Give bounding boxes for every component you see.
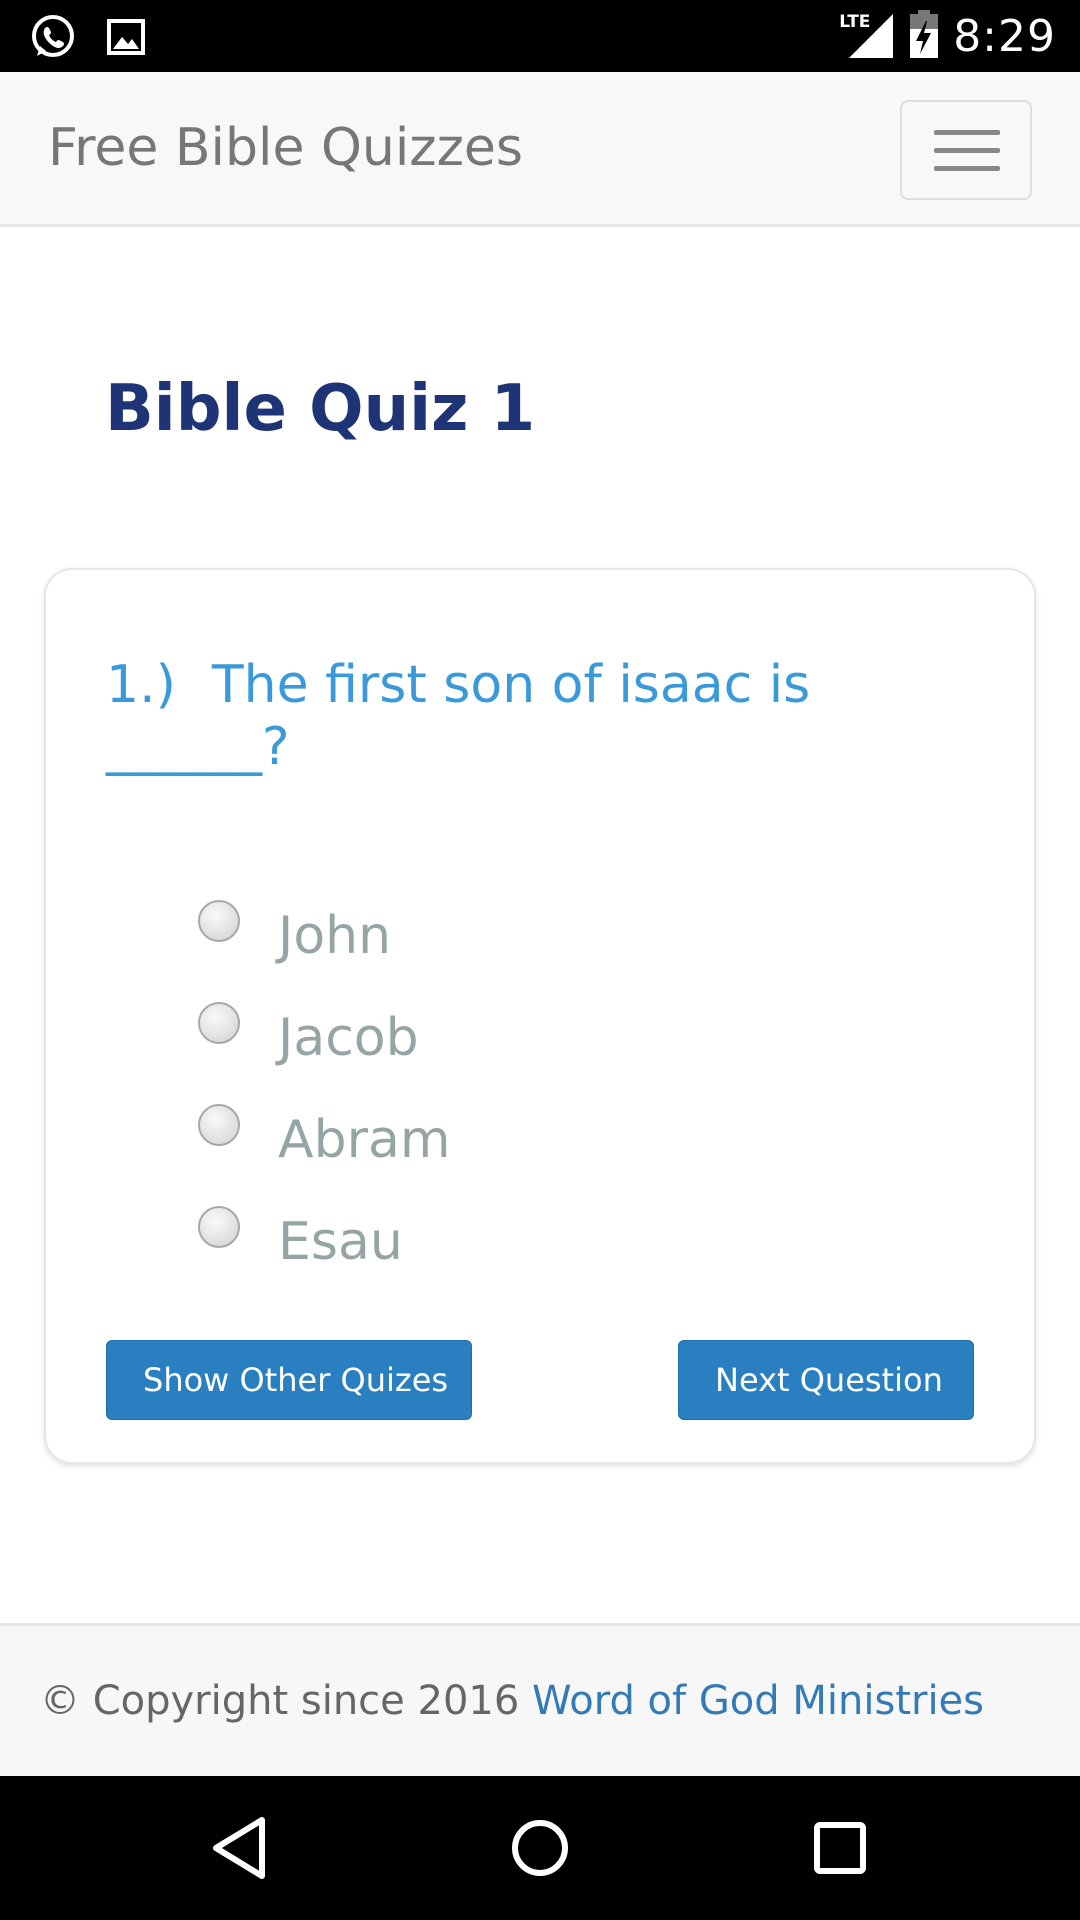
answer-options: John Jacob Abram Esau [198,900,898,1308]
ministry-link[interactable]: Word of God Ministries [532,1678,984,1724]
next-question-button[interactable]: Next Question [678,1340,974,1420]
option-esau[interactable]: Esau [198,1206,898,1308]
option-abram[interactable]: Abram [198,1104,898,1206]
page-title: Bible Quiz 1 [105,372,536,446]
question-number: 1.) [106,655,176,715]
question-body: The first son of isaac is ______? [106,655,811,777]
footer: © Copyright since 2016 Word of God Minis… [0,1623,1080,1776]
app-navbar: Free Bible Quizzes [0,72,1080,227]
copyright-prefix: © Copyright since 2016 [40,1678,520,1724]
brand-title[interactable]: Free Bible Quizzes [48,118,523,178]
back-icon[interactable] [198,1806,282,1890]
battery-charging-icon [909,9,939,64]
option-jacob[interactable]: Jacob [198,1002,898,1104]
question-text: 1.) The first son of isaac is ______? [106,654,946,778]
option-label[interactable]: Jacob [278,1008,419,1068]
option-label[interactable]: Esau [278,1212,403,1272]
quiz-card: 1.) The first son of isaac is ______? Joh… [44,568,1036,1464]
menu-toggle-button[interactable] [900,100,1032,200]
option-label[interactable]: John [278,906,391,966]
radio-button[interactable] [198,1104,240,1146]
option-label[interactable]: Abram [278,1110,450,1170]
system-nav-bar [0,1776,1080,1920]
signal-icon: LTE [839,10,895,62]
show-other-quizzes-button[interactable]: Show Other Quizes [106,1340,472,1420]
radio-button[interactable] [198,900,240,942]
image-icon [106,17,146,62]
radio-button[interactable] [198,1002,240,1044]
status-time: 8:29 [953,10,1056,62]
option-john[interactable]: John [198,900,898,1002]
home-icon[interactable] [498,1806,582,1890]
radio-button[interactable] [198,1206,240,1248]
copyright-text: © Copyright since 2016 Word of God Minis… [40,1678,984,1724]
recents-icon[interactable] [798,1806,882,1890]
status-bar: LTE 8:29 [0,0,1080,72]
whatsapp-icon [28,12,78,67]
